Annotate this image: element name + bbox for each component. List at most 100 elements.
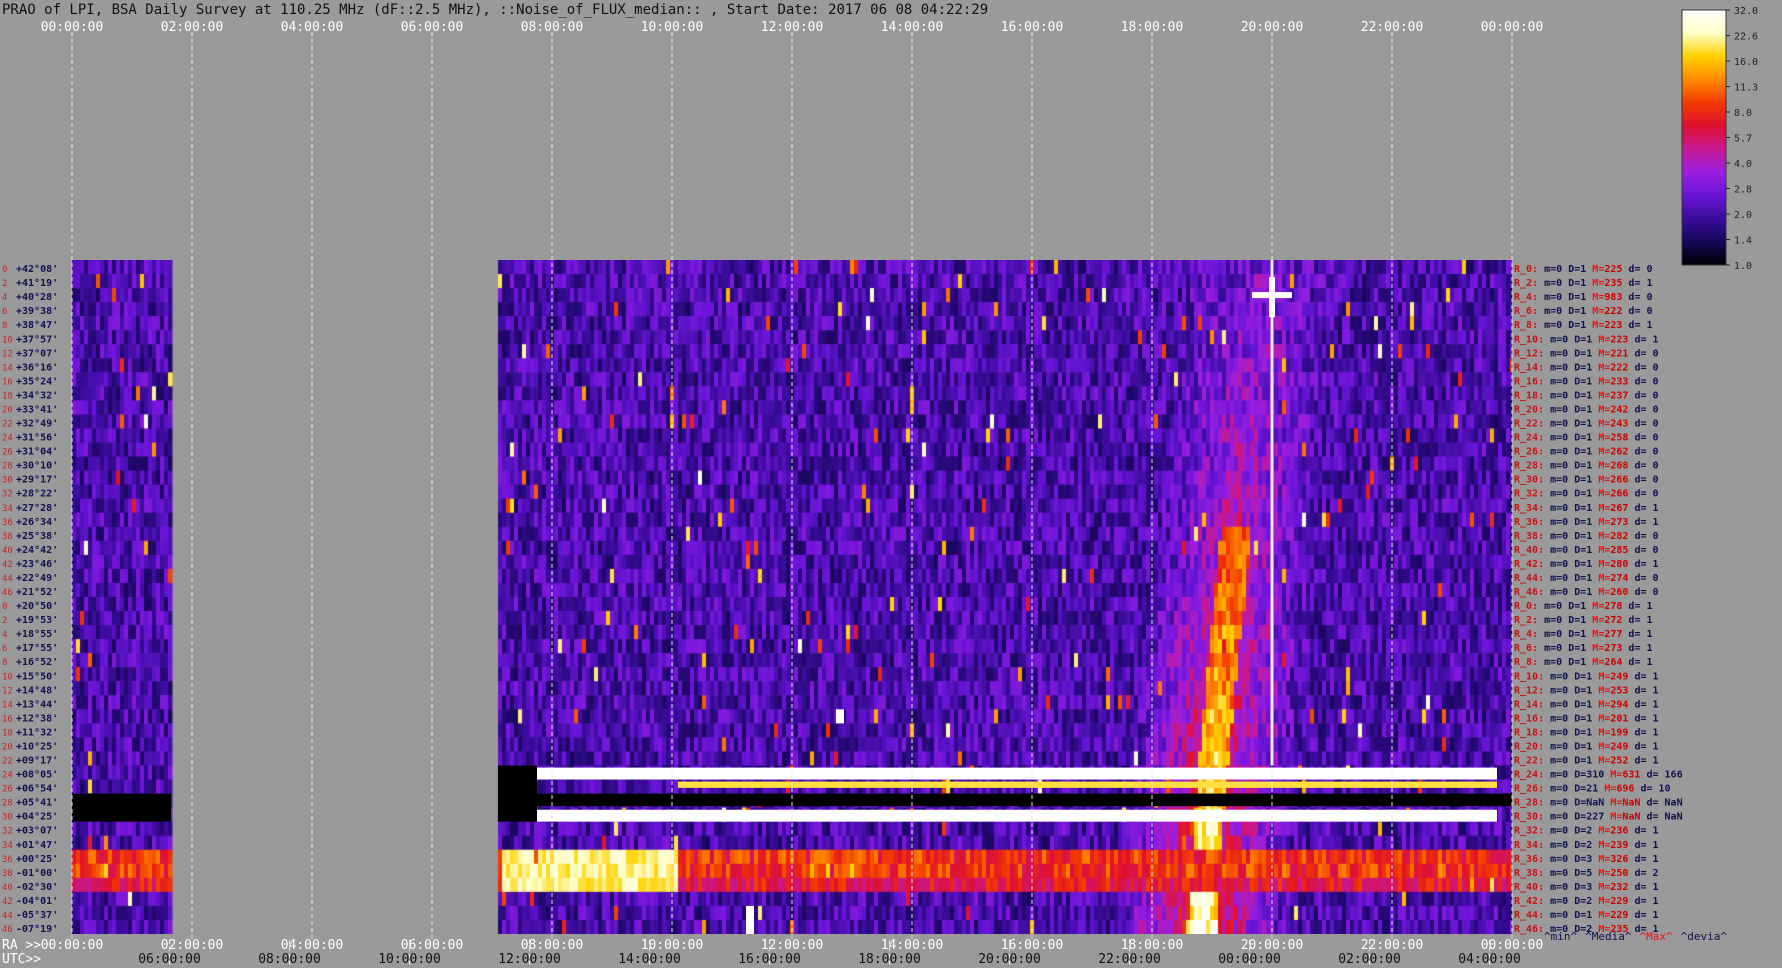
declination-label: +14°48'	[16, 685, 58, 696]
declination-label: +05°41'	[16, 798, 58, 809]
top-tick-label: 16:00:00	[1001, 20, 1064, 35]
row-stat: R_8: m=0 D=1 M=223 d= 1	[1514, 320, 1653, 331]
top-tick-label: 04:00:00	[281, 20, 344, 35]
utc-tick-label: 18:00:00	[858, 952, 921, 967]
top-tick-label: 00:00:00	[1481, 20, 1544, 35]
row-stat: R_42: m=0 D=1 M=280 d= 1	[1514, 559, 1659, 570]
row-number: 16	[2, 714, 13, 724]
row-stat: R_8: m=0 D=1 M=264 d= 1	[1514, 657, 1653, 668]
row-number: 20	[2, 742, 13, 752]
declination-label: +09°17'	[16, 756, 58, 767]
row-stat: R_36: m=0 D=1 M=273 d= 1	[1514, 517, 1659, 528]
row-stat: R_2: m=0 D=1 M=272 d= 1	[1514, 615, 1653, 626]
declination-label: +41°19'	[16, 278, 58, 289]
row-stat: R_22: m=0 D=1 M=243 d= 0	[1514, 419, 1659, 430]
row-stat: R_4: m=0 D=1 M=983 d= 0	[1514, 292, 1653, 303]
row-number: 28	[2, 462, 13, 472]
ra-tick-label: 14:00:00	[881, 938, 944, 953]
utc-tick-label: 00:00:00	[1218, 952, 1281, 967]
declination-label: +24°42'	[16, 545, 58, 556]
row-number: 24	[2, 771, 13, 781]
stats-footer-item: ^min^	[1544, 930, 1577, 943]
row-number: 44	[2, 574, 13, 584]
row-number: 12	[2, 686, 13, 696]
row-stat: R_4: m=0 D=1 M=277 d= 1	[1514, 629, 1653, 640]
black-band	[537, 793, 1512, 807]
row-number: 38	[2, 532, 13, 542]
ra-tick-label: 10:00:00	[641, 938, 704, 953]
declination-label: +28°22'	[16, 489, 58, 500]
declination-label: +22°49'	[16, 573, 58, 584]
row-number: 30	[2, 813, 13, 823]
row-number: 2	[2, 616, 7, 626]
row-stat: R_24: m=0 D=1 M=258 d= 0	[1514, 433, 1659, 444]
declination-label: -02°30'	[16, 882, 58, 893]
row-number: 16	[2, 377, 13, 387]
row-number: 26	[2, 448, 13, 458]
row-stat: R_12: m=0 D=1 M=253 d= 1	[1514, 685, 1659, 696]
declination-label: +01°47'	[16, 840, 58, 851]
ra-tick-label: 18:00:00	[1121, 938, 1184, 953]
row-number: 8	[2, 658, 7, 668]
row-number: 32	[2, 827, 13, 837]
stats-footer-item: ^Max^	[1639, 930, 1672, 943]
utc-tick-label: 22:00:00	[1098, 952, 1161, 967]
row-number: 8	[2, 321, 7, 331]
row-number: 42	[2, 560, 13, 570]
row-stat: R_44: m=0 D=1 M=274 d= 0	[1514, 573, 1659, 584]
top-tick-label: 02:00:00	[161, 20, 224, 35]
ra-tick-label: 02:00:00	[161, 938, 224, 953]
ra-tick-label: 00:00:00	[41, 938, 104, 953]
top-tick-label: 20:00:00	[1241, 20, 1304, 35]
top-tick-label: 18:00:00	[1121, 20, 1184, 35]
row-stat: R_40: m=0 D=1 M=285 d= 0	[1514, 545, 1659, 556]
row-stat: R_26: m=0 D=21 M=696 d= 10	[1514, 784, 1671, 795]
ra-axis-label: RA >>	[2, 938, 41, 953]
declination-label: +17°55'	[16, 643, 58, 654]
row-stat: R_38: m=0 D=1 M=282 d= 0	[1514, 531, 1659, 542]
blank-block-left	[72, 793, 171, 822]
utc-tick-label: 04:00:00	[1458, 952, 1521, 967]
saturated-bar	[537, 809, 1497, 822]
top-tick-label: 12:00:00	[761, 20, 824, 35]
row-number: 30	[2, 476, 13, 486]
declination-label: +23°46'	[16, 559, 58, 570]
declination-label: +03°07'	[16, 826, 58, 837]
declination-label: +27°28'	[16, 503, 58, 514]
row-stat: R_12: m=0 D=1 M=221 d= 0	[1514, 348, 1659, 359]
row-number: 18	[2, 391, 13, 401]
row-number: 14	[2, 363, 13, 373]
declination-label: +42°08'	[16, 264, 58, 275]
ra-tick-label: 04:00:00	[281, 938, 344, 953]
declination-label: +20°50'	[16, 601, 58, 612]
top-tick-label: 22:00:00	[1361, 20, 1424, 35]
stats-footer-item: ^Media^	[1585, 930, 1632, 943]
row-stat: R_10: m=0 D=1 M=249 d= 1	[1514, 671, 1659, 682]
colorbar-tick-label: 1.4	[1734, 236, 1752, 247]
declination-label: +25°38'	[16, 531, 58, 542]
row-number: 40	[2, 546, 13, 556]
colorbar-tick-label: 22.6	[1734, 32, 1758, 43]
row-stat: R_40: m=0 D=3 M=232 d= 1	[1514, 882, 1659, 893]
row-stat: R_34: m=0 D=1 M=267 d= 1	[1514, 503, 1659, 514]
row-number: 0	[2, 602, 7, 612]
colorbar-tick-label: 11.3	[1734, 83, 1758, 94]
colorbar-tick-label: 2.0	[1734, 210, 1752, 221]
row-stat: R_20: m=0 D=1 M=242 d= 0	[1514, 404, 1659, 415]
row-stat: R_22: m=0 D=1 M=252 d= 1	[1514, 756, 1659, 767]
row-number: 18	[2, 728, 13, 738]
row-number: 10	[2, 672, 13, 682]
declination-label: +40°28'	[16, 292, 58, 303]
row-stat: R_24: m=0 D=310 M=631 d= 166	[1514, 770, 1683, 781]
bright-spot	[836, 709, 844, 724]
blank-block	[498, 765, 537, 822]
utc-tick-label: 06:00:00	[138, 952, 201, 967]
declination-label: -04°01'	[16, 896, 58, 907]
row-stat: R_6: m=0 D=1 M=222 d= 0	[1514, 306, 1653, 317]
ra-tick-label: 00:00:00	[1481, 938, 1544, 953]
ra-tick-label: 06:00:00	[401, 938, 464, 953]
row-stat: R_34: m=0 D=2 M=239 d= 1	[1514, 840, 1659, 851]
declination-label: +13°44'	[16, 699, 58, 710]
colorbar-tick-label: 5.7	[1734, 134, 1752, 145]
declination-label: +19°53'	[16, 615, 58, 626]
